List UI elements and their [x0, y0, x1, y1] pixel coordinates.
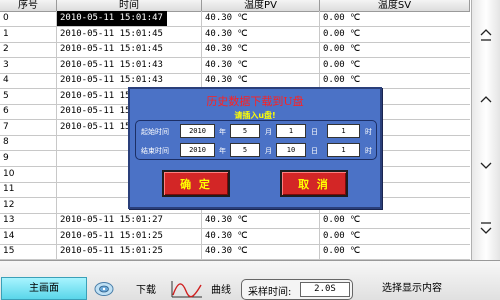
- download-disc-icon: [94, 281, 114, 296]
- sample-time-label: 采样时间:: [248, 287, 292, 298]
- row-time: 2010-05-11 15:01:25: [60, 246, 163, 257]
- start-month-field[interactable]: 5: [230, 124, 260, 138]
- page-up-button[interactable]: [472, 5, 500, 65]
- curve-button[interactable]: 曲线: [170, 277, 231, 300]
- cancel-button[interactable]: 取 消: [280, 170, 348, 197]
- end-hour-field[interactable]: 1: [327, 143, 360, 157]
- row-pv: 40.30 ℃: [205, 215, 248, 226]
- row-number: 9: [3, 153, 9, 164]
- table-row[interactable]: 1 2010-05-11 15:01:45 40.30 ℃ 0.00 ℃: [0, 27, 470, 43]
- chevron-up-icon: [480, 96, 492, 103]
- row-sv: 0.00 ℃: [323, 215, 361, 226]
- main-screen-button[interactable]: 主画面: [1, 277, 87, 300]
- end-month-field[interactable]: 5: [230, 143, 260, 157]
- download-button[interactable]: 下载: [94, 277, 156, 300]
- row-time: 2010-05-11 15:01:47: [57, 11, 167, 26]
- confirm-button[interactable]: 确 定: [162, 170, 230, 197]
- row-number: 3: [3, 59, 9, 70]
- end-year-unit: 年: [219, 147, 226, 155]
- row-sv: 0.00 ℃: [323, 246, 361, 257]
- row-pv: 40.30 ℃: [205, 230, 248, 241]
- row-number: 13: [3, 215, 15, 226]
- row-time: 2010-05-11 15:01:45: [60, 44, 163, 55]
- row-pv: 40.30 ℃: [205, 44, 248, 55]
- row-number: 14: [3, 230, 15, 241]
- row-time: 2010-05-11 15:01:43: [60, 75, 163, 86]
- history-screen: 序号 时间 温度PV 温度SV 0 2010-05-11 15:01:47 40.3…: [0, 0, 500, 300]
- end-day-field[interactable]: 10: [276, 143, 306, 157]
- row-number: 2: [3, 44, 9, 55]
- row-number: 4: [3, 75, 9, 86]
- row-number: 8: [3, 137, 9, 148]
- end-year-field[interactable]: 2010: [180, 143, 215, 157]
- end-hour-unit: 时: [365, 147, 372, 155]
- row-sv: 0.00 ℃: [323, 44, 361, 55]
- table-row[interactable]: 0 2010-05-11 15:01:47 40.30 ℃ 0.00 ℃: [0, 11, 470, 27]
- row-time: 2010-05-11 15:01:27: [60, 215, 163, 226]
- row-number: 12: [3, 199, 15, 210]
- header-sv: 温度SV: [320, 0, 470, 11]
- start-year-unit: 年: [219, 128, 226, 136]
- row-sv: 0.00 ℃: [323, 28, 361, 39]
- table-row[interactable]: 15 2010-05-11 15:01:25 40.30 ℃ 0.00 ℃: [0, 244, 470, 261]
- chevron-down-icon: [480, 162, 492, 169]
- start-time-label: 起始时间: [141, 128, 169, 136]
- row-sv: 0.00 ℃: [323, 59, 361, 70]
- row-number: 1: [3, 28, 9, 39]
- dialog-title: 历史数据下载到U盘: [206, 95, 304, 108]
- scroll-bar: [471, 0, 500, 260]
- row-sv: 0.00 ℃: [323, 13, 361, 23]
- row-time: 2010-05-11 15:01:45: [60, 28, 163, 39]
- start-day-unit: 日: [311, 128, 318, 136]
- start-year-field[interactable]: 2010: [180, 124, 215, 138]
- scroll-down-button[interactable]: [472, 135, 500, 195]
- header-time: 时间: [57, 0, 202, 11]
- time-range-box: 起始时间 2010 年 5 月 1 日 1 时 结束时间 2010 年 5 月 …: [135, 120, 377, 160]
- end-time-label: 结束时间: [141, 147, 169, 155]
- row-pv: 40.30 ℃: [205, 13, 248, 23]
- start-month-unit: 月: [265, 128, 272, 136]
- row-number: 10: [3, 168, 15, 179]
- scroll-up-button[interactable]: [472, 70, 500, 130]
- table-row[interactable]: 3 2010-05-11 15:01:43 40.30 ℃ 0.00 ℃: [0, 58, 470, 74]
- end-month-unit: 月: [265, 147, 272, 155]
- double-chevron-up-icon: [480, 29, 492, 41]
- curve-label: 曲线: [211, 285, 231, 296]
- row-sv: 0.00 ℃: [323, 75, 361, 86]
- curve-chart-icon: [171, 280, 202, 297]
- table-row[interactable]: 2 2010-05-11 15:01:45 40.30 ℃ 0.00 ℃: [0, 42, 470, 59]
- download-label: 下载: [136, 285, 156, 296]
- header-pv: 温度PV: [202, 0, 320, 11]
- row-number: 15: [3, 246, 15, 257]
- sample-time-value[interactable]: 2.0S: [300, 282, 350, 297]
- table-row[interactable]: 14 2010-05-11 15:01:25 40.30 ℃ 0.00 ℃: [0, 229, 470, 245]
- download-dialog: 历史数据下载到U盘 请插入u盘! 起始时间 2010 年 5 月 1 日 1 时…: [128, 87, 382, 209]
- row-sv: 0.00 ℃: [323, 230, 361, 241]
- bottom-toolbar: 主画面 下载 曲线 采样时间: 2.0S 选择显示内容: [0, 260, 500, 300]
- row-pv: 40.30 ℃: [205, 75, 248, 86]
- row-number: 0: [3, 13, 9, 23]
- row-pv: 40.30 ℃: [205, 28, 248, 39]
- row-pv: 40.30 ℃: [205, 246, 248, 257]
- row-number: 6: [3, 106, 9, 117]
- select-display-button[interactable]: 选择显示内容: [357, 277, 467, 300]
- start-day-field[interactable]: 1: [276, 124, 306, 138]
- page-down-button[interactable]: [472, 198, 500, 258]
- row-time: 2010-05-11 15:01:25: [60, 230, 163, 241]
- row-number: 5: [3, 90, 9, 101]
- end-day-unit: 日: [311, 147, 318, 155]
- double-chevron-down-icon: [480, 222, 492, 234]
- header-no: 序号: [0, 0, 57, 11]
- table-row[interactable]: 13 2010-05-11 15:01:27 40.30 ℃ 0.00 ℃: [0, 213, 470, 230]
- start-hour-unit: 时: [365, 128, 372, 136]
- row-time: 2010-05-11 15:01:43: [60, 59, 163, 70]
- row-number: 11: [3, 184, 15, 195]
- row-number: 7: [3, 121, 9, 132]
- row-pv: 40.30 ℃: [205, 59, 248, 70]
- start-hour-field[interactable]: 1: [327, 124, 360, 138]
